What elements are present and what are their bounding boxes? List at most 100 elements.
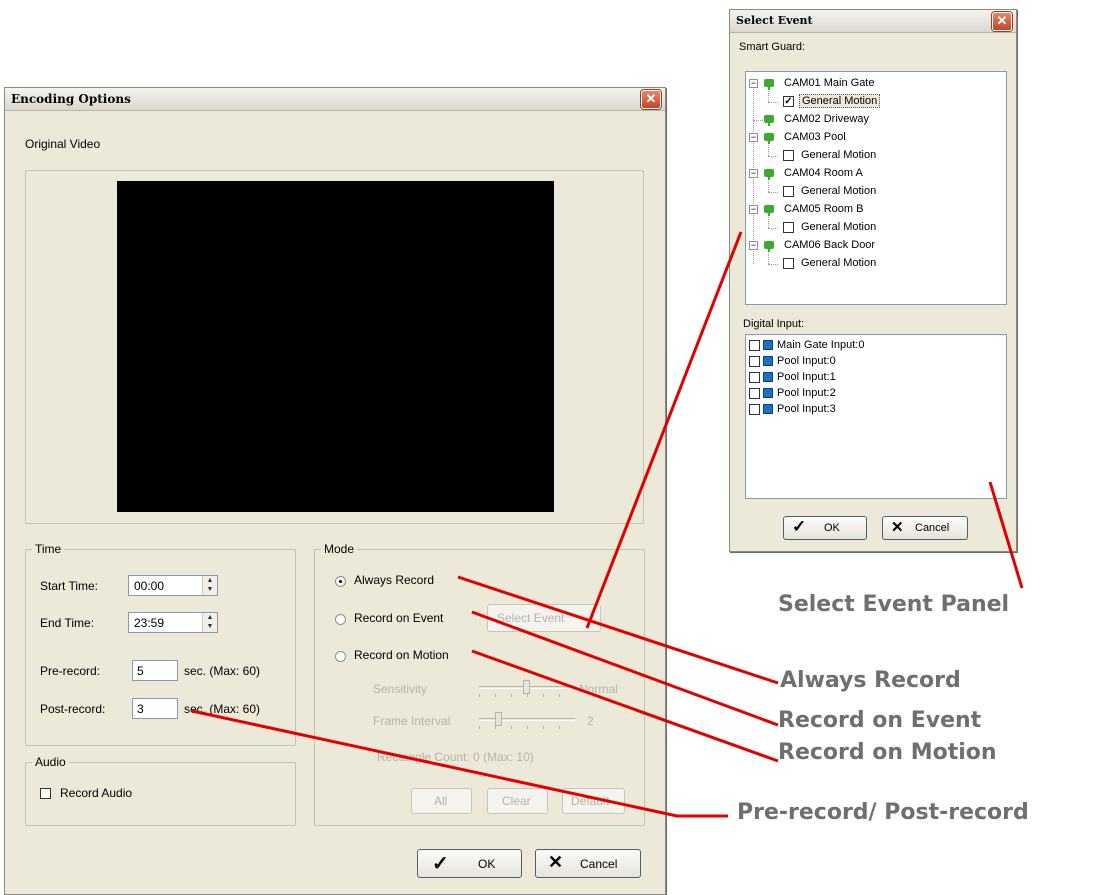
event-checkbox[interactable] — [783, 258, 794, 269]
event-name: General Motion — [801, 221, 877, 233]
camera-name: CAM01 Main Gate — [784, 77, 875, 89]
start-time-value: 00:00 — [134, 579, 165, 593]
check-icon: ✓ — [432, 853, 449, 875]
select-event-title: Select Event — [736, 14, 813, 27]
tree-camera-row[interactable]: − CAM01 Main Gate — [746, 77, 986, 91]
sensitivity-slider[interactable] — [479, 680, 575, 697]
annotation-record-on-motion: Record on Motion — [778, 740, 997, 765]
tree-camera-row[interactable]: − CAM05 Room B — [746, 203, 986, 217]
encoding-options-window: Encoding Options ✕ Original Video Time S… — [4, 87, 666, 895]
audio-group: Audio Record Audio — [25, 755, 296, 826]
record-audio-checkbox[interactable] — [40, 788, 51, 799]
cancel-x-icon: ✕ — [548, 852, 564, 872]
digital-input-icon — [763, 372, 773, 382]
frame-interval-value: 2 — [587, 714, 594, 728]
event-name: General Motion — [801, 185, 877, 197]
tree-camera-row[interactable]: − CAM04 Room A — [746, 167, 986, 181]
digital-input-icon — [763, 388, 773, 398]
select-event-titlebar[interactable]: Select Event ✕ — [730, 10, 1016, 33]
start-time-spinner[interactable]: 00:00 ▲ ▼ — [128, 575, 218, 596]
post-record-input[interactable]: 3 — [132, 698, 178, 719]
event-checkbox[interactable] — [783, 186, 794, 197]
digital-input-checkbox[interactable] — [749, 404, 760, 415]
collapse-icon[interactable]: − — [749, 241, 758, 250]
digital-input-name: Pool Input:2 — [777, 387, 836, 399]
sensitivity-slider-thumb[interactable] — [523, 680, 530, 694]
camera-icon — [764, 169, 774, 180]
video-frame — [25, 170, 644, 524]
camera-name: CAM02 Driveway — [784, 113, 869, 125]
window-title: Encoding Options — [11, 92, 131, 106]
clear-button[interactable]: Clear — [487, 788, 548, 814]
event-checkbox-checked[interactable]: ✓ — [783, 96, 794, 107]
all-button-label: All — [434, 794, 448, 808]
default-button-label: Default — [571, 794, 610, 808]
record-on-motion-label[interactable]: Record on Motion — [354, 648, 449, 662]
record-audio-label[interactable]: Record Audio — [60, 786, 132, 800]
collapse-icon[interactable]: − — [749, 169, 758, 178]
spinner-arrows-icon[interactable]: ▲ ▼ — [202, 613, 217, 632]
smart-guard-tree[interactable]: − CAM01 Main Gate ✓ General Motion CAM02… — [745, 71, 1007, 305]
spinner-arrows-icon[interactable]: ▲ ▼ — [202, 576, 217, 595]
digital-input-checkbox[interactable] — [749, 372, 760, 383]
collapse-icon[interactable]: − — [749, 79, 758, 88]
collapse-icon[interactable]: − — [749, 133, 758, 142]
always-record-label[interactable]: Always Record — [354, 573, 434, 587]
digital-input-checkbox[interactable] — [749, 340, 760, 351]
record-on-event-radio[interactable] — [335, 614, 346, 625]
select-event-button[interactable]: Select Event — [487, 604, 601, 632]
tree-event-row[interactable]: ✓ General Motion — [746, 91, 986, 109]
always-record-radio[interactable] — [335, 576, 346, 587]
record-on-event-label[interactable]: Record on Event — [354, 611, 443, 625]
tree-camera-row[interactable]: − CAM03 Pool — [746, 131, 986, 145]
camera-icon — [764, 205, 774, 216]
select-event-button-label: Select Event — [497, 611, 565, 625]
event-checkbox[interactable] — [783, 150, 794, 161]
frame-interval-slider[interactable] — [479, 712, 575, 729]
tree-camera-row[interactable]: − CAM06 Back Door — [746, 239, 986, 253]
camera-name: CAM03 Pool — [784, 131, 846, 143]
tree-event-row[interactable]: General Motion — [746, 253, 986, 271]
cancel-x-icon: ✕ — [891, 519, 904, 536]
pre-record-input[interactable]: 5 — [132, 660, 178, 681]
tree-event-row[interactable]: General Motion — [746, 181, 986, 199]
ok-button[interactable]: ✓ OK — [417, 849, 522, 878]
select-event-cancel-button[interactable]: ✕ Cancel — [882, 516, 968, 540]
annotation-always-record: Always Record — [780, 668, 961, 693]
mode-legend: Mode — [321, 542, 358, 556]
event-name: General Motion — [799, 94, 881, 108]
tree-event-row[interactable]: General Motion — [746, 145, 986, 163]
clear-button-label: Clear — [502, 794, 531, 808]
camera-name: CAM06 Back Door — [784, 239, 876, 251]
select-event-ok-button[interactable]: ✓ OK — [783, 516, 867, 540]
pre-record-unit: sec. (Max: 60) — [184, 664, 261, 678]
collapse-icon[interactable]: − — [749, 205, 758, 214]
close-icon[interactable]: ✕ — [641, 90, 661, 109]
time-legend: Time — [32, 542, 65, 556]
sensitivity-label: Sensitivity — [373, 682, 428, 696]
tree-event-row[interactable]: General Motion — [746, 217, 986, 235]
cancel-button[interactable]: ✕ Cancel — [535, 849, 641, 878]
event-checkbox[interactable] — [783, 222, 794, 233]
encoding-options-titlebar[interactable]: Encoding Options ✕ — [5, 88, 665, 111]
pre-record-label: Pre-record: — [40, 664, 101, 678]
close-icon[interactable]: ✕ — [992, 12, 1012, 31]
default-button[interactable]: Default — [562, 788, 625, 814]
tree-camera-row[interactable]: CAM02 Driveway — [746, 113, 986, 127]
event-name: General Motion — [801, 257, 877, 269]
end-time-label: End Time: — [40, 616, 95, 630]
end-time-spinner[interactable]: 23:59 ▲ ▼ — [128, 612, 218, 633]
frame-interval-slider-thumb[interactable] — [495, 712, 502, 726]
digital-input-checkbox[interactable] — [749, 356, 760, 367]
pre-record-value: 5 — [137, 664, 144, 678]
frame-interval-label: Frame Interval — [373, 714, 451, 728]
start-time-label: Start Time: — [40, 579, 99, 593]
camera-icon — [764, 133, 774, 144]
record-on-motion-radio[interactable] — [335, 651, 346, 662]
all-button[interactable]: All — [411, 788, 472, 814]
digital-input-list[interactable]: Main Gate Input:0 Pool Input:0 Pool Inpu… — [745, 334, 1007, 499]
video-preview — [117, 181, 554, 512]
digital-input-checkbox[interactable] — [749, 388, 760, 399]
digital-input-icon — [763, 340, 773, 350]
camera-name: CAM05 Room B — [784, 203, 864, 215]
